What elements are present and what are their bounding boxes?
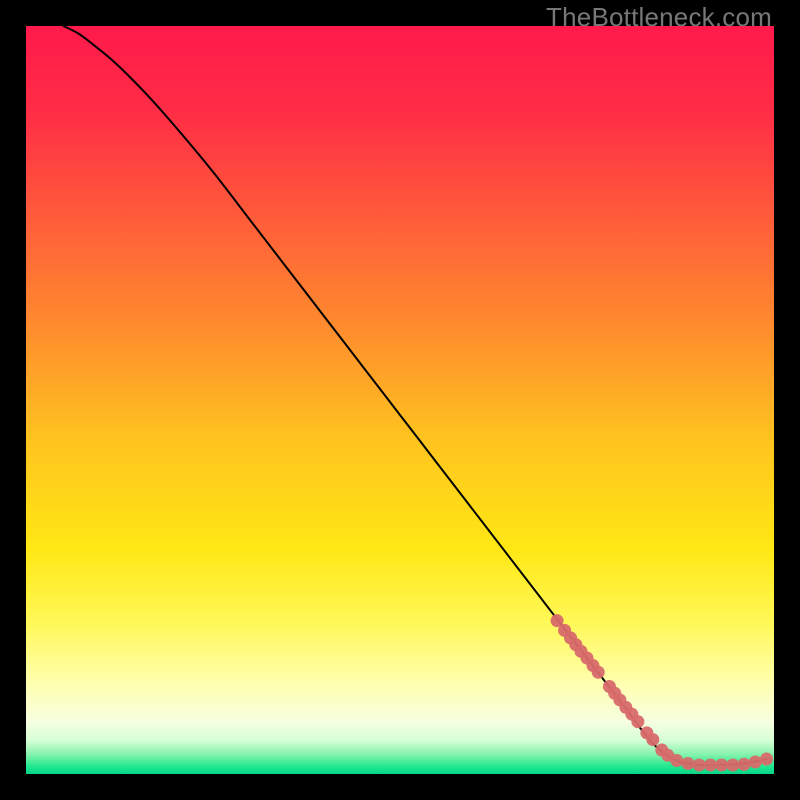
chart-plot [26, 26, 774, 774]
chart-point [726, 759, 739, 772]
chart-point [631, 715, 644, 728]
chart-point [738, 758, 751, 771]
chart-point [592, 666, 605, 679]
chart-point [760, 753, 773, 766]
chart-frame [26, 26, 774, 774]
chart-point [749, 756, 762, 769]
watermark-text: TheBottleneck.com [546, 2, 772, 33]
chart-point [704, 759, 717, 772]
chart-point [681, 757, 694, 770]
chart-point [646, 733, 659, 746]
chart-point [693, 759, 706, 772]
chart-point [715, 759, 728, 772]
chart-background [26, 26, 774, 774]
chart-point [670, 754, 683, 767]
